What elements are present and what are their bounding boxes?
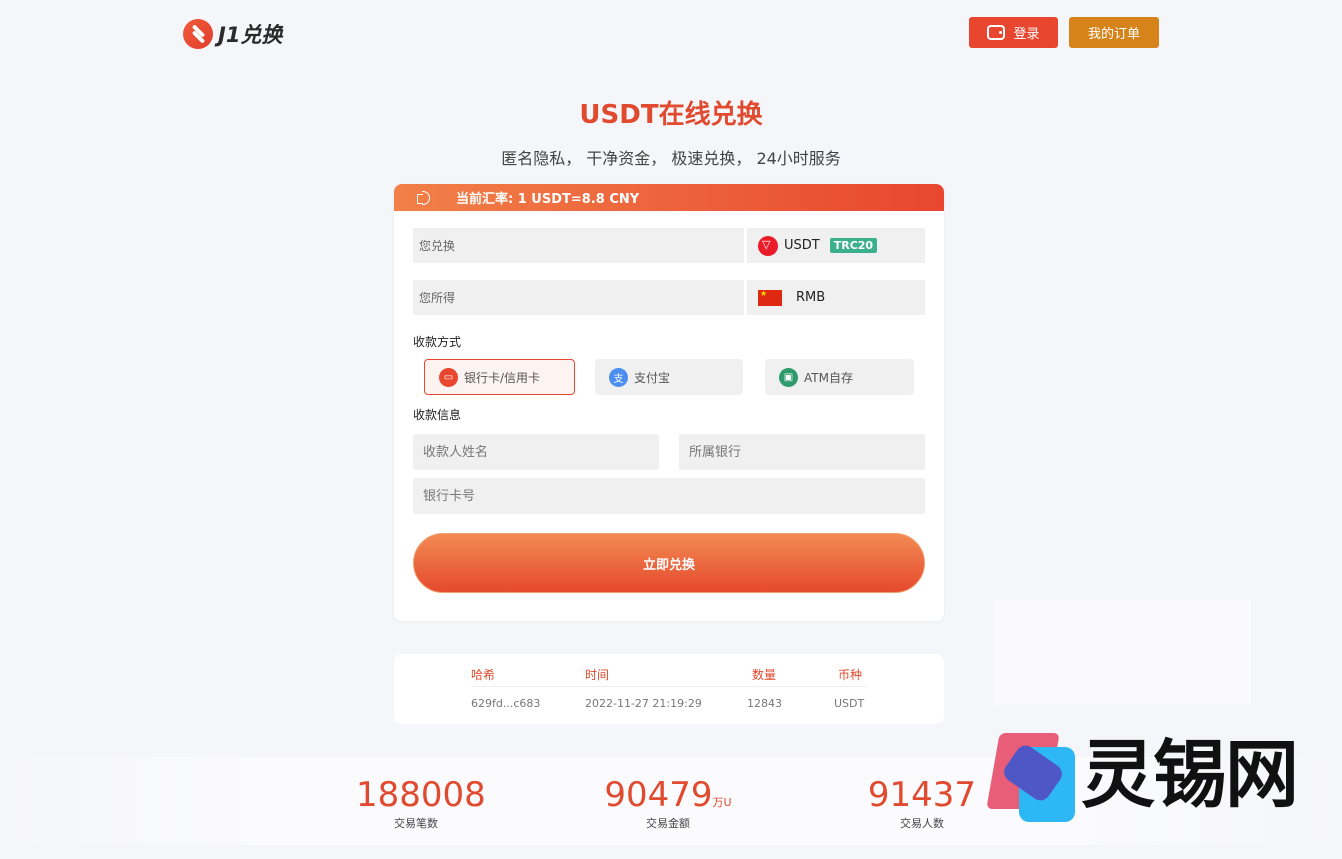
method-alipay[interactable]: 支 支付宝: [595, 359, 743, 395]
bank-card-icon: ▭: [439, 367, 458, 387]
rate-bar: 当前汇率: 1 USDT=8.8 CNY: [394, 184, 944, 211]
tron-icon: [758, 235, 778, 256]
receive-row: 您所得 RMB: [413, 280, 925, 315]
stat-user-count-value: 91437: [867, 775, 977, 815]
my-orders-label: 我的订单: [1087, 27, 1140, 42]
send-currency: USDT TRC20: [747, 228, 925, 263]
stat-trade-volume-value: 90479: [604, 775, 713, 815]
blank-panel: [993, 600, 1251, 705]
speaker-icon: [416, 190, 434, 205]
exchange-now-label: 立即兑换: [642, 557, 695, 573]
method-bank-card[interactable]: ▭ 银行卡/信用卡: [424, 359, 575, 395]
exchange-now-button[interactable]: 立即兑换: [413, 533, 925, 593]
receive-currency: RMB: [747, 280, 925, 315]
send-label: 您兑换: [419, 239, 456, 253]
table-cell-hash: 629fd...c683: [471, 697, 541, 710]
china-flag-icon: [758, 289, 782, 306]
col-header-amount: 数量: [752, 668, 777, 682]
method-atm-label: ATM自存: [804, 370, 853, 385]
exchange-card: 当前汇率: 1 USDT=8.8 CNY 您兑换 USDT TRC20 您所得 …: [394, 184, 944, 621]
page-title: USDT在线兑换: [579, 100, 763, 130]
stat-trade-volume-unit: 万U: [712, 796, 732, 809]
rate-text: 当前汇率: 1 USDT=8.8 CNY: [456, 192, 640, 207]
header: J1兑换 登录 我的订单: [0, 0, 1342, 66]
network-badge: TRC20: [829, 238, 878, 253]
wallet-icon: [987, 25, 1006, 40]
receive-currency-label: RMB: [796, 290, 826, 305]
stat-user-count-label: 交易人数: [900, 817, 944, 830]
method-bank-card-label: 银行卡/信用卡: [464, 370, 541, 385]
login-label: 登录: [1013, 27, 1040, 42]
method-title: 收款方式: [413, 335, 462, 349]
my-orders-button[interactable]: 我的订单: [1069, 17, 1159, 48]
page-subtitle: 匿名隐私， 干净资金， 极速兑换， 24小时服务: [501, 149, 841, 168]
send-amount-field[interactable]: 您兑换: [413, 228, 744, 263]
transactions-table: 哈希 时间 数量 币种 629fd...c683 2022-11-27 21:1…: [394, 654, 944, 724]
table-cell-time: 2022-11-27 21:19:29: [585, 697, 702, 710]
method-alipay-label: 支付宝: [634, 370, 671, 385]
method-atm[interactable]: ▣ ATM自存: [765, 359, 914, 395]
card-number-input[interactable]: [413, 478, 925, 514]
col-header-currency: 币种: [838, 668, 863, 682]
login-button[interactable]: 登录: [969, 17, 1058, 48]
watermark-logo: 灵锡网: [986, 732, 1313, 823]
col-header-hash: 哈希: [471, 668, 496, 682]
bank-name-input[interactable]: [679, 434, 925, 470]
receive-label: 您所得: [419, 291, 456, 305]
table-cell-currency: USDT: [834, 697, 865, 710]
brand-name: J1兑换: [218, 23, 283, 47]
logo-icon: [183, 19, 213, 49]
table-cell-amount: 12843: [747, 697, 782, 710]
table-divider: [471, 686, 866, 687]
col-header-time: 时间: [585, 668, 610, 682]
stat-trade-count-value: 188008: [356, 775, 486, 815]
receive-amount-field[interactable]: 您所得: [413, 280, 744, 315]
logo[interactable]: J1兑换: [183, 19, 282, 49]
stat-trade-count-label: 交易笔数: [394, 817, 438, 830]
info-title: 收款信息: [413, 408, 462, 422]
atm-icon: ▣: [779, 367, 798, 387]
payee-name-input[interactable]: [413, 434, 659, 470]
alipay-icon: 支: [609, 367, 628, 387]
stat-user-count: 91437: [866, 775, 978, 815]
stat-trade-volume-label: 交易金额: [646, 817, 690, 830]
send-row: 您兑换 USDT TRC20: [413, 228, 925, 263]
stat-trade-count: 188008: [356, 775, 486, 815]
send-currency-label: USDT: [784, 238, 820, 253]
watermark-text: 灵锡网: [1081, 732, 1299, 818]
stat-trade-volume: 90479万U: [598, 775, 738, 815]
